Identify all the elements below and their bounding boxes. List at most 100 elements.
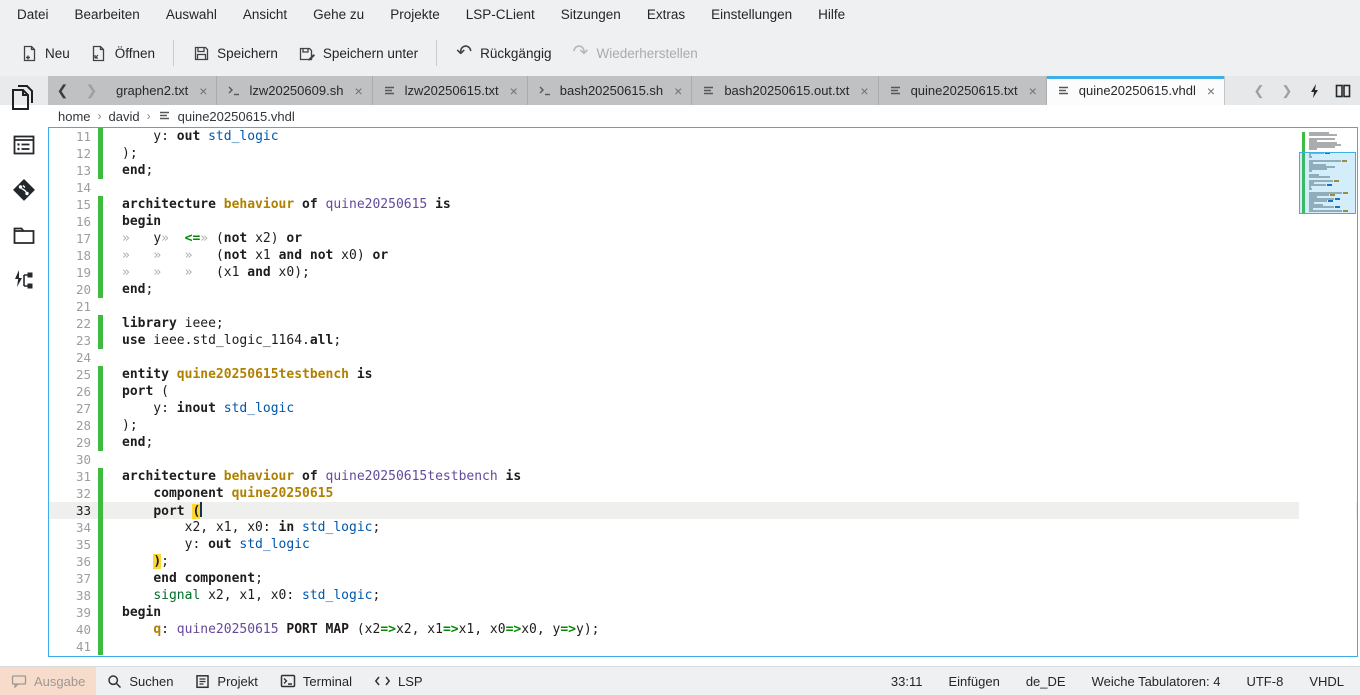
line-number: 38 (49, 587, 91, 604)
code-line-13[interactable]: 13end; (49, 162, 1357, 179)
menu-ansicht[interactable]: Ansicht (230, 0, 300, 30)
code-line-18[interactable]: 18» » » (not x1 and not x0) or (49, 247, 1357, 264)
tab-close-icon[interactable]: × (674, 85, 682, 97)
code-view[interactable]: 11 y: out std_logic12);13end;1415archite… (49, 128, 1357, 656)
statusbar-suchen-button[interactable]: Suchen (96, 667, 184, 695)
code-line-37[interactable]: 37 end component; (49, 570, 1357, 587)
code-line-25[interactable]: 25entity quine20250615testbench is (49, 366, 1357, 383)
code-line-11[interactable]: 11 y: out std_logic (49, 128, 1357, 145)
statusbar-encoding[interactable]: UTF-8 (1233, 674, 1296, 689)
tab-history-back-button[interactable]: ❮ (48, 76, 77, 105)
text-cursor (200, 502, 202, 517)
tab-quine20250615-vhdl[interactable]: quine20250615.vhdl× (1047, 76, 1225, 105)
statusbar-dictionary[interactable]: de_DE (1013, 674, 1079, 689)
neu-button[interactable]: Neu (10, 37, 80, 69)
menu-gehe-zu[interactable]: Gehe zu (300, 0, 377, 30)
menu-bearbeiten[interactable]: Bearbeiten (62, 0, 153, 30)
code-line-26[interactable]: 26port ( (49, 383, 1357, 400)
tab-close-icon[interactable]: × (510, 85, 518, 97)
line-text: component quine20250615 (103, 485, 333, 502)
code-editor[interactable]: 11 y: out std_logic12);13end;1415archite… (48, 127, 1358, 657)
tab-close-icon[interactable]: × (860, 85, 868, 97)
minimap-visible-region[interactable] (1299, 152, 1356, 214)
statusbar-tab-mode[interactable]: Weiche Tabulatoren: 4 (1079, 674, 1234, 689)
tab-close-icon[interactable]: × (354, 85, 362, 97)
code-line-27[interactable]: 27 y: inout std_logic (49, 400, 1357, 417)
öffnen-button[interactable]: Öffnen (80, 37, 165, 69)
code-line-32[interactable]: 32 component quine20250615 (49, 485, 1357, 502)
code-line-23[interactable]: 23use ieee.std_logic_1164.all; (49, 332, 1357, 349)
code-line-15[interactable]: 15architecture behaviour of quine2025061… (49, 196, 1357, 213)
menu-einstellungen[interactable]: Einstellungen (698, 0, 805, 30)
code-line-12[interactable]: 12); (49, 145, 1357, 162)
minimap-scrollbar[interactable] (1299, 130, 1356, 654)
statusbar-ausgabe-button[interactable]: Ausgabe (0, 667, 96, 695)
tab-graphen2-txt[interactable]: graphen2.txt× (106, 76, 217, 105)
statusbar-lsp-button[interactable]: LSP (363, 667, 434, 695)
dock-symbols-icon[interactable] (9, 266, 39, 294)
code-line-29[interactable]: 29end; (49, 434, 1357, 451)
line-text (103, 451, 122, 468)
menu-sitzungen[interactable]: Sitzungen (548, 0, 634, 30)
tab-bash20250615-sh[interactable]: bash20250615.sh × (528, 76, 693, 105)
breadcrumb-file[interactable]: quine20250615.vhdl (178, 109, 295, 124)
code-line-34[interactable]: 34 x2, x1, x0: in std_logic; (49, 519, 1357, 536)
tab-bash20250615-out-txt[interactable]: bash20250615.out.txt× (692, 76, 878, 105)
documents-stack-icon[interactable] (8, 83, 40, 119)
code-line-38[interactable]: 38 signal x2, x1, x0: std_logic; (49, 587, 1357, 604)
statusbar-terminal-button[interactable]: Terminal (269, 667, 363, 695)
dock-git-icon[interactable] (9, 176, 39, 204)
tab-close-icon[interactable]: × (1207, 85, 1215, 97)
code-line-22[interactable]: 22library ieee; (49, 315, 1357, 332)
code-line-36[interactable]: 36 ); (49, 553, 1357, 570)
speichern-unter-button[interactable]: Speichern unter (288, 37, 428, 69)
code-line-24[interactable]: 24 (49, 349, 1357, 366)
statusbar-projekt-button[interactable]: Projekt (184, 667, 268, 695)
menu-extras[interactable]: Extras (634, 0, 698, 30)
breadcrumb[interactable]: home›david›quine20250615.vhdl (0, 105, 1360, 127)
tab-scroll-right-icon[interactable]: ❯ (1274, 78, 1300, 104)
code-line-31[interactable]: 31architecture behaviour of quine2025061… (49, 468, 1357, 485)
statusbar-label: Ausgabe (34, 674, 85, 689)
tab-history-forward-button[interactable]: ❯ (77, 76, 106, 105)
split-view-icon[interactable] (1330, 78, 1356, 104)
tab-close-icon[interactable]: × (1029, 85, 1037, 97)
statusbar-syntax-mode[interactable]: VHDL (1296, 674, 1360, 689)
menu-lsp-client[interactable]: LSP-CLient (453, 0, 548, 30)
open-file-icon (90, 44, 108, 62)
quick-open-icon[interactable] (1302, 78, 1328, 104)
script-icon (227, 84, 242, 97)
code-line-16[interactable]: 16begin (49, 213, 1357, 230)
menu-datei[interactable]: Datei (4, 0, 62, 30)
code-line-41[interactable]: 41 (49, 638, 1357, 655)
code-line-35[interactable]: 35 y: out std_logic (49, 536, 1357, 553)
breadcrumb-dir-david[interactable]: david (109, 109, 140, 124)
dock-filesystem-icon[interactable] (9, 221, 39, 249)
code-line-21[interactable]: 21 (49, 298, 1357, 315)
tab-label: lzw20250609.sh (249, 83, 343, 98)
speichern-button[interactable]: Speichern (182, 37, 288, 69)
code-line-20[interactable]: 20end; (49, 281, 1357, 298)
menu-hilfe[interactable]: Hilfe (805, 0, 858, 30)
tab-close-icon[interactable]: × (199, 85, 207, 97)
statusbar-cursor-position[interactable]: 33:11 (878, 674, 936, 689)
code-line-14[interactable]: 14 (49, 179, 1357, 196)
tab-lzw20250615-txt[interactable]: lzw20250615.txt× (373, 76, 528, 105)
code-line-39[interactable]: 39begin (49, 604, 1357, 621)
code-line-30[interactable]: 30 (49, 451, 1357, 468)
tab-quine20250615-txt[interactable]: quine20250615.txt× (879, 76, 1047, 105)
code-line-40[interactable]: 40 q: quine20250615 PORT MAP (x2=>x2, x1… (49, 621, 1357, 638)
statusbar-insert-mode[interactable]: Einfügen (936, 674, 1013, 689)
tab-label: bash20250615.sh (560, 83, 663, 98)
code-line-17[interactable]: 17» y» <=» (not x2) or (49, 230, 1357, 247)
tab-scroll-left-icon[interactable]: ❮ (1246, 78, 1272, 104)
tab-lzw20250609-sh[interactable]: lzw20250609.sh × (217, 76, 372, 105)
code-line-33[interactable]: 33 port ( (49, 502, 1357, 519)
menu-projekte[interactable]: Projekte (377, 0, 453, 30)
breadcrumb-dir-home[interactable]: home (58, 109, 91, 124)
menu-auswahl[interactable]: Auswahl (153, 0, 230, 30)
code-line-28[interactable]: 28); (49, 417, 1357, 434)
dock-documents-icon[interactable] (9, 131, 39, 159)
rückgängig-button[interactable]: ↶Rückgängig (445, 37, 561, 69)
code-line-19[interactable]: 19» » » (x1 and x0); (49, 264, 1357, 281)
